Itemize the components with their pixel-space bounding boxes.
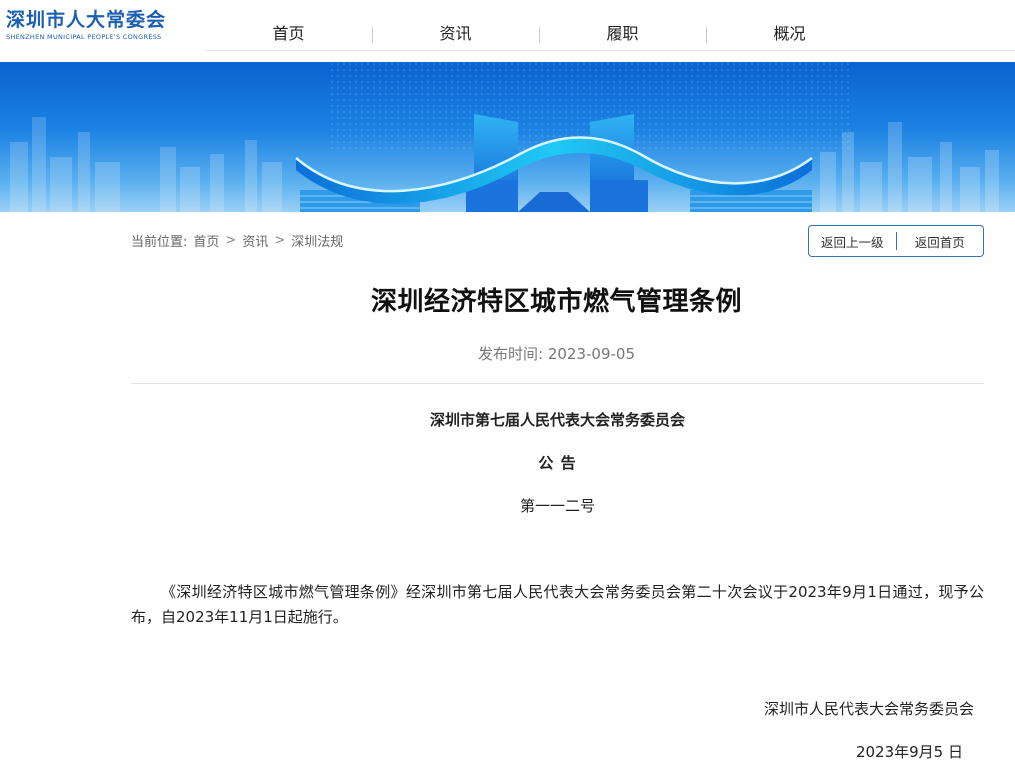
back-home-button[interactable]: 返回首页 bbox=[897, 232, 984, 251]
logo-subtitle: SHENZHEN MUNICIPAL PEOPLE'S CONGRESS bbox=[6, 33, 162, 41]
breadcrumb-prefix: 当前位置: bbox=[131, 234, 188, 250]
site-logo[interactable]: 深圳市人大常委会 SHENZHEN MUNICIPAL PEOPLE'S CON… bbox=[6, 8, 166, 42]
breadcrumb-separator: > bbox=[274, 232, 286, 248]
notice-heading: 公 告 bbox=[538, 454, 577, 472]
main-nav: 首页 资讯 履职 概况 bbox=[205, 18, 873, 50]
breadcrumb-item-home[interactable]: 首页 bbox=[193, 231, 219, 250]
breadcrumb-item-news[interactable]: 资讯 bbox=[242, 231, 268, 250]
publish-date: 发布时间: 2023-09-05 bbox=[478, 345, 635, 363]
banner-image bbox=[0, 62, 1015, 212]
breadcrumb-item-laws[interactable]: 深圳法规 bbox=[291, 231, 343, 250]
nav-item-overview[interactable]: 概况 bbox=[706, 18, 873, 50]
site-header: 深圳市人大常委会 SHENZHEN MUNICIPAL PEOPLE'S CON… bbox=[0, 0, 1015, 62]
nav-item-duties[interactable]: 履职 bbox=[539, 18, 706, 50]
breadcrumb: 当前位置: 首页 > 资讯 > 深圳法规 bbox=[131, 229, 349, 251]
article-body: 《深圳经济特区城市燃气管理条例》经深圳市第七届人民代表大会常务委员会第二十次会议… bbox=[131, 583, 984, 626]
title-divider bbox=[131, 383, 984, 384]
issuer-heading: 深圳市第七届人民代表大会常务委员会 bbox=[429, 411, 685, 429]
nav-item-home[interactable]: 首页 bbox=[205, 18, 372, 50]
back-up-button[interactable]: 返回上一级 bbox=[809, 232, 896, 251]
banner-illustration bbox=[10, 62, 999, 212]
signature: 深圳市人民代表大会常务委员会 bbox=[763, 700, 974, 718]
article-title: 深圳经济特区城市燃气管理条例 bbox=[370, 287, 742, 317]
back-navigation: 返回上一级 返回首页 bbox=[808, 225, 984, 257]
header-divider bbox=[205, 50, 1015, 51]
notice-number: 第一一二号 bbox=[519, 497, 595, 515]
logo-title: 深圳市人大常委会 bbox=[6, 9, 167, 31]
signature-date: 2023年9月5 日 bbox=[855, 743, 963, 761]
nav-item-news[interactable]: 资讯 bbox=[372, 18, 539, 50]
breadcrumb-separator: > bbox=[225, 232, 237, 248]
